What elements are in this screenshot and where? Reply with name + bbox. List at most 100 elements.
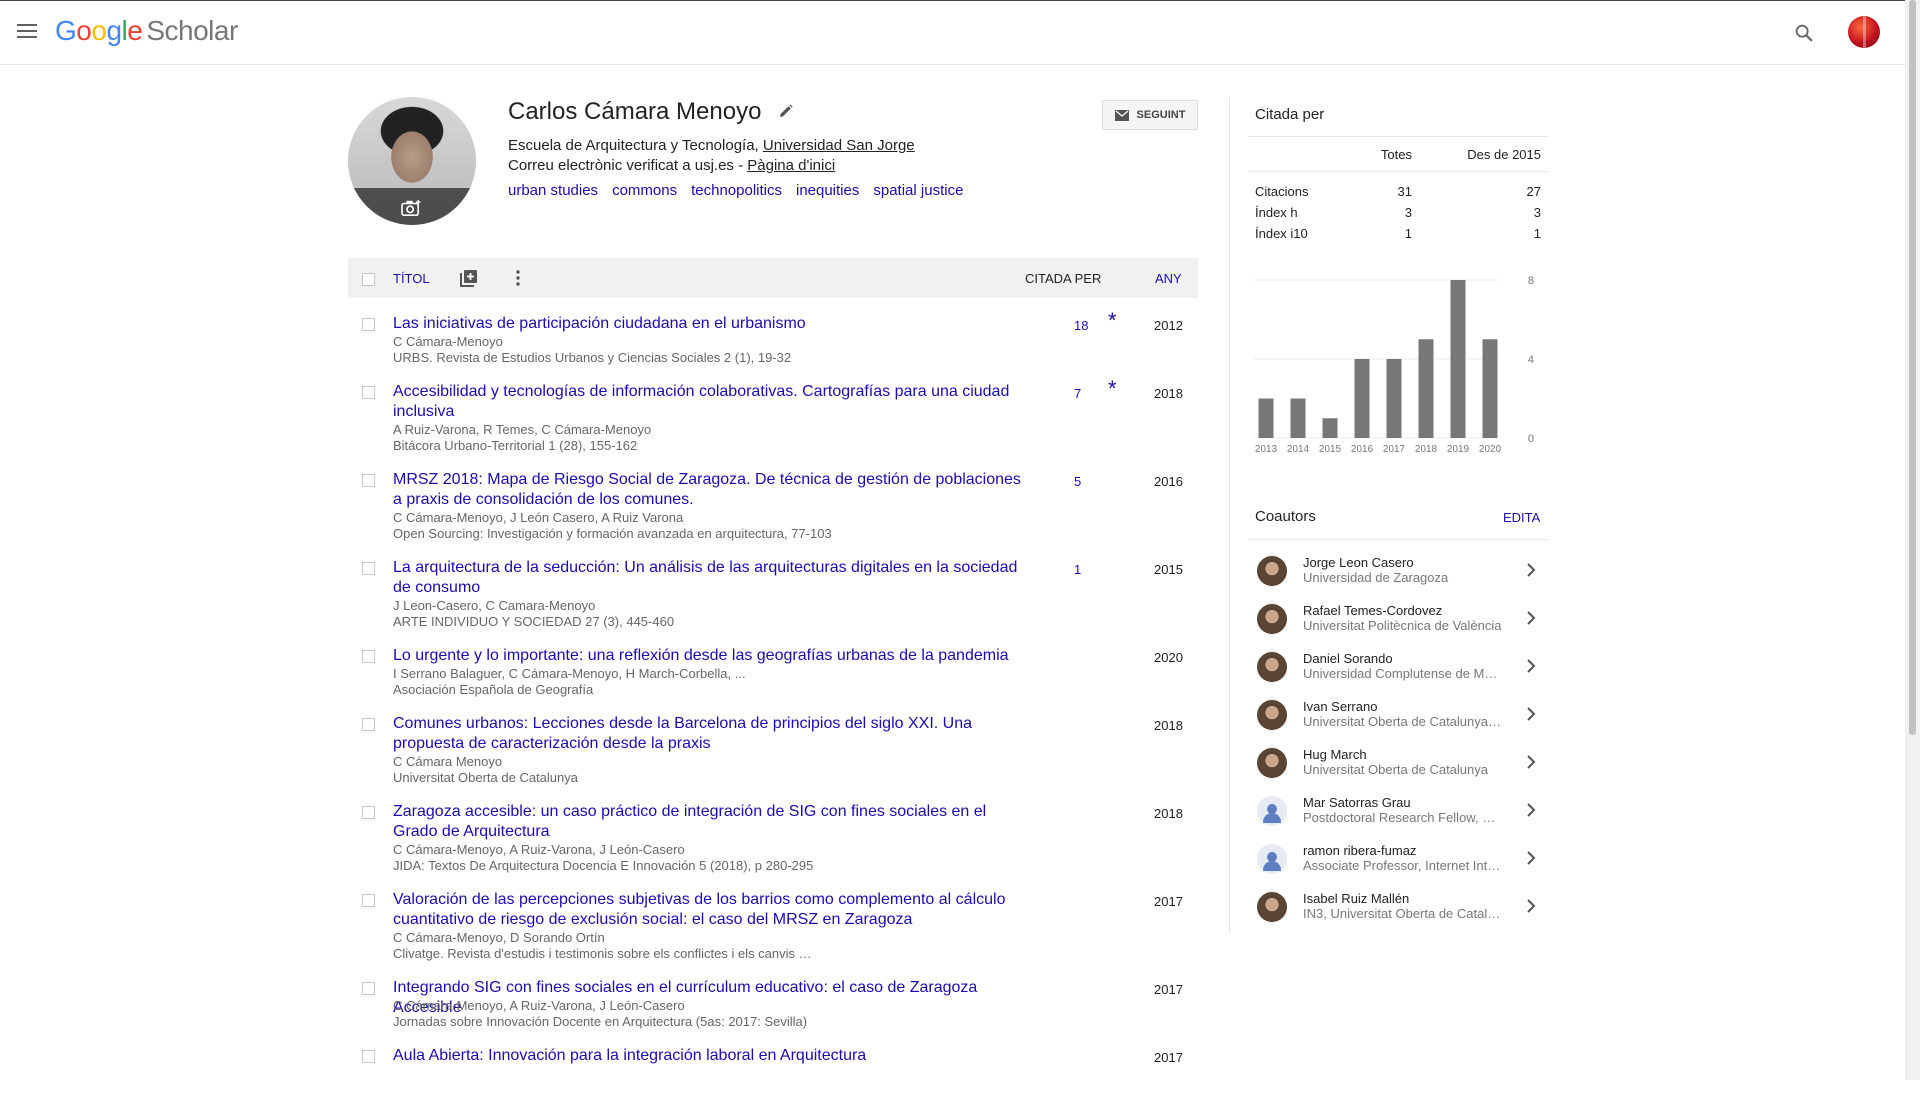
follow-button[interactable]: SEGUINT xyxy=(1102,100,1198,130)
row-checkbox[interactable] xyxy=(362,318,375,331)
article-title-link[interactable]: Zaragoza accesible: un caso práctico de … xyxy=(393,802,1023,842)
envelope-icon xyxy=(1114,109,1129,121)
stats-value: 1 xyxy=(1404,226,1412,241)
stats-value: 3 xyxy=(1404,205,1412,220)
add-article-icon[interactable] xyxy=(460,269,478,287)
top-bar: Google Scholar xyxy=(0,0,1905,65)
chevron-right-icon xyxy=(1527,611,1536,625)
stats-label: Índex h xyxy=(1255,205,1298,220)
row-checkbox[interactable] xyxy=(362,386,375,399)
profile-email: Correu electrònic verificat a usj.es - P… xyxy=(508,157,835,174)
x-tick-label: 2013 xyxy=(1255,444,1278,455)
coauthor-item[interactable]: Isabel Ruiz Mallén IN3, Universitat Obert… xyxy=(1248,882,1548,930)
sort-by-title[interactable]: TÍTOL xyxy=(393,271,430,286)
chevron-right-icon xyxy=(1527,755,1536,769)
coauthor-item[interactable]: Jorge Leon Casero Universidad de Zaragoza xyxy=(1248,546,1548,594)
table-row: Las iniciativas de participación ciudada… xyxy=(348,298,1198,366)
y-tick-label: 8 xyxy=(1528,275,1534,287)
article-title-link[interactable]: Valoración de las percepciones subjetiva… xyxy=(393,890,1023,930)
cited-by-count[interactable]: 1 xyxy=(1074,562,1124,577)
affiliation-link[interactable]: Universidad San Jorge xyxy=(763,137,915,154)
chart-bar[interactable] xyxy=(1258,398,1274,439)
article-title-link[interactable]: Accesibilidad y tecnologías de informaci… xyxy=(393,382,1023,422)
coauthor-item[interactable]: Rafael Temes-Cordovez Universitat Politèc… xyxy=(1248,594,1548,642)
row-checkbox[interactable] xyxy=(362,806,375,819)
row-checkbox[interactable] xyxy=(362,474,375,487)
merged-citations-star[interactable]: * xyxy=(1108,376,1117,402)
article-venue: Bitácora Urbano-Territorial 1 (28), 155-… xyxy=(393,438,638,453)
cited-by-count[interactable]: 5 xyxy=(1074,474,1124,489)
chart-bar[interactable] xyxy=(1418,339,1434,438)
pencil-edit-icon[interactable] xyxy=(778,103,794,119)
select-all-checkbox[interactable] xyxy=(362,273,375,286)
interest-link[interactable]: technopolitics xyxy=(691,182,782,199)
coauthor-item[interactable]: Mar Satorras Grau Postdoctoral Research F… xyxy=(1248,786,1548,834)
page-scrollbar[interactable] xyxy=(1905,0,1920,1080)
chevron-right-icon xyxy=(1527,659,1536,673)
article-title-link[interactable]: Las iniciativas de participación ciudada… xyxy=(393,314,1023,334)
chart-bar[interactable] xyxy=(1450,280,1466,438)
search-icon[interactable] xyxy=(1793,22,1815,44)
coauthor-affiliation: Universitat Politècnica de València xyxy=(1303,618,1502,633)
article-title-link[interactable]: Lo urgente y lo importante: una reflexió… xyxy=(393,646,1023,666)
article-authors: I Serrano Balaguer, C Cámara-Menoyo, H M… xyxy=(393,666,746,681)
hamburger-icon[interactable] xyxy=(17,24,37,40)
coauthor-avatar xyxy=(1257,748,1287,778)
google-scholar-logo[interactable]: Google Scholar xyxy=(55,15,238,47)
chevron-right-icon xyxy=(1527,899,1536,913)
chart-bar[interactable] xyxy=(1354,359,1370,438)
chart-bar[interactable] xyxy=(1386,359,1402,438)
row-checkbox[interactable] xyxy=(362,718,375,731)
homepage-link[interactable]: Pàgina d'inici xyxy=(747,157,835,174)
chevron-right-icon xyxy=(1527,707,1536,721)
more-vert-icon[interactable] xyxy=(516,269,520,287)
sort-by-year[interactable]: ANY xyxy=(1155,271,1182,286)
x-tick-label: 2017 xyxy=(1383,444,1406,455)
article-title-link[interactable]: Aula Abierta: Innovación para la integra… xyxy=(393,1046,1023,1066)
coauthor-item[interactable]: ramon ribera-fumaz Associate Professor, I… xyxy=(1248,834,1548,882)
x-tick-label: 2014 xyxy=(1287,444,1310,455)
table-row: Accesibilidad y tecnologías de informaci… xyxy=(348,366,1198,454)
interest-link[interactable]: urban studies xyxy=(508,182,598,199)
chevron-right-icon xyxy=(1527,803,1536,817)
merged-citations-star[interactable]: * xyxy=(1108,308,1117,334)
row-checkbox[interactable] xyxy=(362,894,375,907)
coauthor-item[interactable]: Ivan Serrano Universitat Oberta de Catalu… xyxy=(1248,690,1548,738)
stats-row: Índex i10 1 1 xyxy=(1248,222,1548,243)
interest-link[interactable]: spatial justice xyxy=(873,182,963,199)
x-tick-label: 2018 xyxy=(1415,444,1438,455)
article-authors: A Ruiz-Varona, R Temes, C Cámara-Menoyo xyxy=(393,422,652,437)
row-checkbox[interactable] xyxy=(362,982,375,995)
affiliation-text: Escuela de Arquitectura y Tecnología, xyxy=(508,137,763,154)
scrollbar-thumb[interactable] xyxy=(1909,0,1916,735)
stats-value: 31 xyxy=(1397,184,1412,199)
camera-icon[interactable] xyxy=(400,199,422,217)
article-title-link[interactable]: Comunes urbanos: Lecciones desde la Barc… xyxy=(393,714,1023,754)
article-authors: C Cámara-Menoyo xyxy=(393,334,503,349)
coauthor-affiliation: Universidad Complutense de Ma… xyxy=(1303,666,1503,681)
table-row: MRSZ 2018: Mapa de Riesgo Social de Zara… xyxy=(348,454,1198,542)
table-row: Integrando SIG con fines sociales en el … xyxy=(348,962,1198,1030)
coauthor-item[interactable]: Hug March Universitat Oberta de Catalunya xyxy=(1248,738,1548,786)
coauthor-avatar xyxy=(1257,892,1287,922)
chevron-right-icon xyxy=(1527,851,1536,865)
row-checkbox[interactable] xyxy=(362,1050,375,1063)
coauthor-item[interactable]: Daniel Sorando Universidad Complutense de… xyxy=(1248,642,1548,690)
interest-link[interactable]: inequities xyxy=(796,182,859,199)
article-title-link[interactable]: MRSZ 2018: Mapa de Riesgo Social de Zara… xyxy=(393,470,1023,510)
chart-bar[interactable] xyxy=(1290,398,1306,439)
interest-link[interactable]: commons xyxy=(612,182,677,199)
row-checkbox[interactable] xyxy=(362,562,375,575)
chart-bar[interactable] xyxy=(1482,339,1498,438)
chart-bar[interactable] xyxy=(1322,418,1338,438)
article-venue: URBS. Revista de Estudios Urbanos y Cien… xyxy=(393,350,792,365)
interest-tags: urban studies commons technopolitics inequi… xyxy=(508,182,977,199)
row-checkbox[interactable] xyxy=(362,650,375,663)
stats-row: Citacions 31 27 xyxy=(1248,180,1548,201)
coauthor-avatar xyxy=(1257,604,1287,634)
article-year: 2018 xyxy=(1154,806,1183,821)
article-title-link[interactable]: La arquitectura de la seducción: Un anál… xyxy=(393,558,1023,598)
account-avatar[interactable] xyxy=(1848,16,1880,48)
x-tick-label: 2020 xyxy=(1479,444,1502,455)
coauthors-edit-button[interactable]: EDITA xyxy=(1503,510,1540,525)
